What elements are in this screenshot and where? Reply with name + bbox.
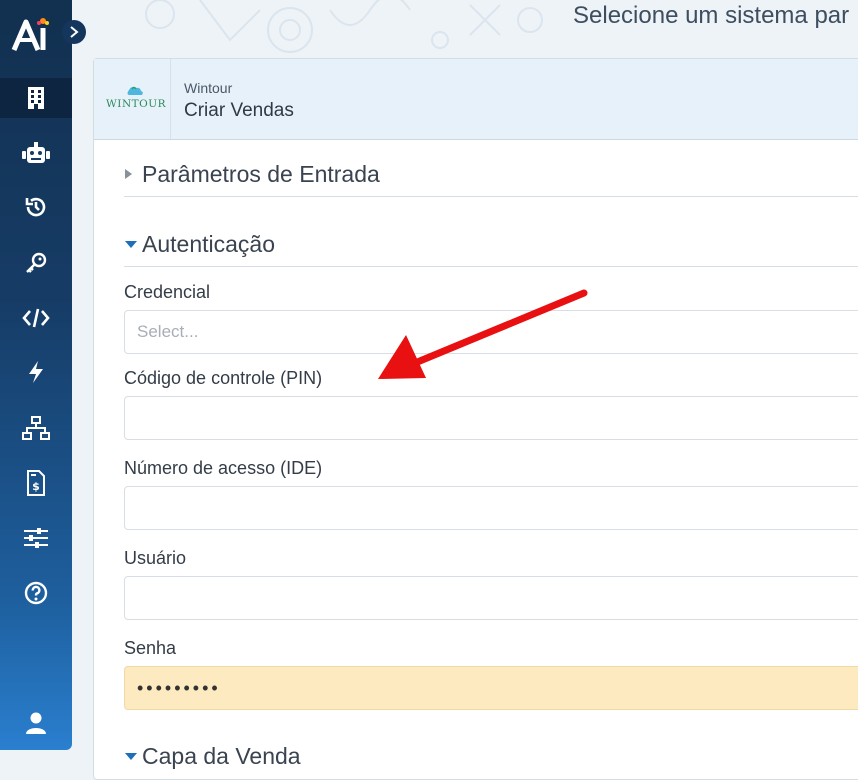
system-name: Wintour <box>184 80 233 96</box>
sidebar-item-integrations[interactable] <box>0 408 72 448</box>
svg-text:WINTOUR: WINTOUR <box>106 98 167 110</box>
network-icon <box>22 416 50 440</box>
sidebar-item-code[interactable] <box>0 298 72 338</box>
sidebar-item-triggers[interactable] <box>0 352 72 392</box>
usuario-label: Usuário <box>124 548 187 568</box>
svg-text:$: $ <box>32 480 40 493</box>
ide-label: Número de acesso (IDE) <box>124 458 323 478</box>
annotation-arrow <box>378 289 588 379</box>
chevron-right-icon <box>70 26 79 38</box>
app-logo <box>11 18 49 51</box>
history-icon <box>25 197 46 217</box>
lightning-icon <box>29 361 43 383</box>
action-name: Criar Vendas <box>184 100 294 121</box>
building-icon <box>28 87 44 109</box>
sidebar-item-profile[interactable] <box>0 703 72 743</box>
caret-down-icon <box>124 751 142 761</box>
help-icon <box>24 581 48 605</box>
sidebar-item-companies[interactable] <box>0 78 72 118</box>
section-autenticacao[interactable]: Autenticação <box>124 222 858 267</box>
key-icon <box>26 252 47 273</box>
sidebar-item-history[interactable] <box>0 187 72 227</box>
sliders-icon <box>24 528 48 548</box>
sidebar-item-help[interactable] <box>0 573 72 613</box>
section-title: Capa da Venda <box>142 742 301 769</box>
caret-down-icon <box>124 239 142 249</box>
panel-header: WINTOUR Wintour Criar Vendas <box>94 59 858 140</box>
user-icon <box>26 712 46 734</box>
invoice-icon: $ <box>27 470 45 496</box>
action-panel: WINTOUR Wintour Criar Vendas Parâmetros … <box>93 58 858 780</box>
credencial-label: Credencial <box>124 282 211 302</box>
section-title: Autenticação <box>142 230 275 257</box>
pin-label: Código de controle (PIN) <box>124 368 323 388</box>
senha-input[interactable] <box>124 666 858 710</box>
header-divider <box>170 59 171 139</box>
senha-label: Senha <box>124 638 177 658</box>
sidebar-item-billing[interactable]: $ <box>0 463 72 503</box>
pin-input[interactable] <box>124 396 858 440</box>
section-title: Parâmetros de Entrada <box>142 160 380 187</box>
wintour-logo: WINTOUR <box>106 86 167 110</box>
collapse-sidebar-button[interactable] <box>62 20 86 44</box>
ide-input[interactable] <box>124 486 858 530</box>
section-parametros[interactable]: Parâmetros de Entrada <box>124 152 858 197</box>
sidebar: $ <box>0 0 72 750</box>
sidebar-item-bots[interactable] <box>0 133 72 173</box>
usuario-input[interactable] <box>124 576 858 620</box>
section-capa-venda[interactable]: Capa da Venda <box>124 734 858 778</box>
robot-icon <box>22 142 50 163</box>
sidebar-item-keys[interactable] <box>0 243 72 283</box>
code-icon <box>22 308 50 328</box>
sidebar-item-settings[interactable] <box>0 518 72 558</box>
caret-right-icon <box>124 168 142 180</box>
page-title: Selecione um sistema par <box>573 2 850 29</box>
